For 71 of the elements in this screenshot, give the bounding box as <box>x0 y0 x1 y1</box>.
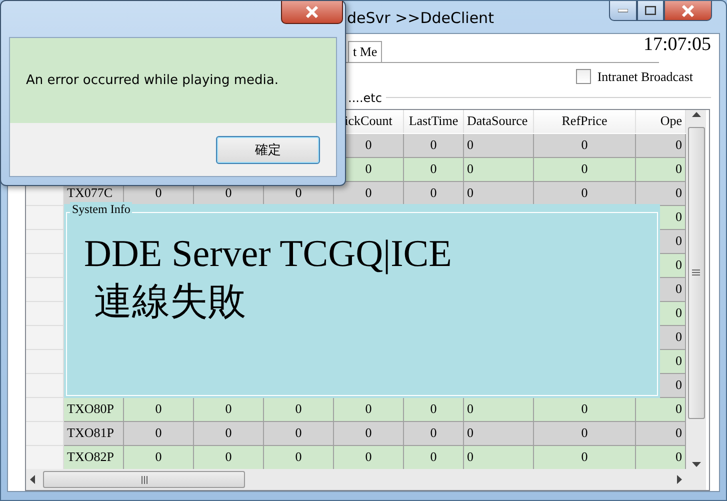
column-header[interactable]: Ope <box>636 110 686 133</box>
table-cell: 0 <box>636 134 686 158</box>
status-message: 連線失敗 <box>94 280 246 325</box>
table-cell: 0 <box>124 446 194 469</box>
table-cell: 0 <box>534 158 636 182</box>
column-header[interactable]: LastTime <box>404 110 464 133</box>
checkbox-label: Intranet Broadcast <box>597 68 693 85</box>
table-cell: 0 <box>636 446 686 469</box>
table-cell: 0 <box>534 446 636 469</box>
table-cell: TXO82P <box>64 446 124 469</box>
status-message: DDE Server TCGQ|ICE <box>84 232 452 276</box>
table-cell: 0 <box>334 398 404 422</box>
table-cell: 0 <box>264 422 334 446</box>
table-cell: 0 <box>534 422 636 446</box>
table-cell: 0 <box>194 446 264 469</box>
scroll-thumb[interactable] <box>43 471 245 488</box>
horizontal-scrollbar[interactable] <box>26 468 686 490</box>
table-cell: 0 <box>636 182 686 206</box>
table-cell: 0 <box>404 182 464 206</box>
column-header[interactable]: DataSource <box>464 110 534 133</box>
scroll-right-icon[interactable] <box>677 475 682 484</box>
table-cell: 0 <box>464 134 534 158</box>
checkbox-box[interactable] <box>576 69 592 84</box>
maximize-button[interactable] <box>637 1 664 21</box>
table-cell: 0 <box>264 446 334 469</box>
close-button[interactable] <box>664 1 712 21</box>
table-cell: 0 <box>404 398 464 422</box>
table-cell: 0 <box>464 446 534 469</box>
table-cell: 0 <box>404 422 464 446</box>
close-icon <box>680 4 696 16</box>
scroll-up-icon[interactable] <box>692 112 700 117</box>
group-label: ....etc <box>348 90 382 105</box>
minimize-icon <box>618 8 628 12</box>
table-cell: TXO81P <box>64 422 124 446</box>
table-cell: 0 <box>194 398 264 422</box>
maximize-icon <box>645 6 656 15</box>
table-cell: 0 <box>124 422 194 446</box>
intranet-broadcast-checkbox[interactable]: Intranet Broadcast <box>576 68 693 85</box>
table-cell: 0 <box>404 134 464 158</box>
table-cell: 0 <box>194 422 264 446</box>
window-title: deSvr >>DdeClient <box>347 8 495 27</box>
table-cell: 0 <box>464 422 534 446</box>
error-message: An error occurred while playing media. <box>26 73 279 88</box>
tab[interactable]: t Me <box>348 40 382 62</box>
table-cell: 0 <box>534 398 636 422</box>
grip-icon <box>140 476 148 484</box>
close-icon <box>304 6 320 18</box>
close-button[interactable] <box>281 1 343 24</box>
panel-title: System Info <box>70 202 132 217</box>
scroll-thumb[interactable] <box>688 126 704 419</box>
table-cell: 0 <box>464 182 534 206</box>
table-cell: 0 <box>534 182 636 206</box>
column-header[interactable]: RefPrice <box>534 110 636 133</box>
table-cell: 0 <box>404 446 464 469</box>
table-cell: TXO80P <box>64 398 124 422</box>
table-cell: 0 <box>334 446 404 469</box>
grip-icon <box>692 269 700 276</box>
table-cell: 0 <box>264 398 334 422</box>
table-cell: 0 <box>334 422 404 446</box>
minimize-button[interactable] <box>609 1 637 21</box>
table-cell: 0 <box>464 398 534 422</box>
table-cell: 0 <box>636 422 686 446</box>
table-cell: 0 <box>464 158 534 182</box>
table-cell: 0 <box>636 398 686 422</box>
table-cell: 0 <box>636 158 686 182</box>
ok-button[interactable]: 確定 <box>216 136 320 164</box>
vertical-scrollbar[interactable] <box>686 110 706 469</box>
table-cell: 0 <box>124 398 194 422</box>
scroll-left-icon[interactable] <box>30 475 35 484</box>
table-cell: 0 <box>404 158 464 182</box>
table-cell: 0 <box>534 134 636 158</box>
